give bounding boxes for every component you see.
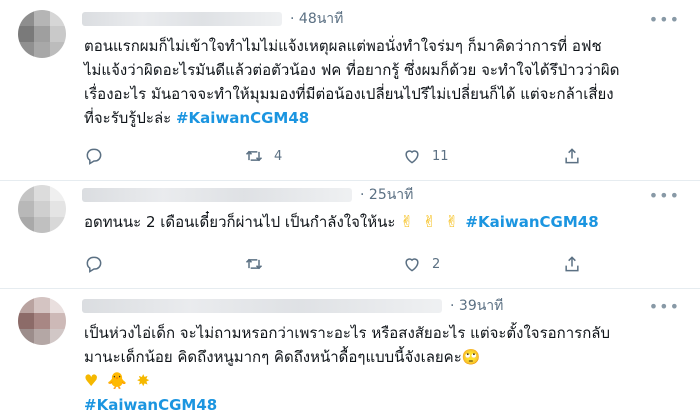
tweet-line: #KaiwanCGM48 [84, 393, 674, 417]
retweet-icon [245, 258, 263, 270]
reply-button[interactable] [84, 146, 104, 166]
retweet-button[interactable]: 4 [244, 146, 282, 166]
tweet[interactable]: 25นาที ••• อดทนนะ 2 เดือนเดี๋ยวก็ผ่านไป … [0, 181, 700, 289]
like-count: 11 [432, 148, 449, 164]
tweet-header: 48นาที [82, 8, 343, 30]
tweet-line-text: ที่จะรับรู้ปะล่ะ [84, 109, 172, 127]
like-count: 2 [432, 256, 441, 272]
tweet-line: อดทนนะ 2 เดือนเดี๋ยวก็ผ่านไป เป็นกำลังใจ… [84, 210, 674, 234]
tweet-line: มานะเด็กน้อย คิดถึงหนูมากๆ คิดถึงหน้าดื้… [84, 345, 674, 369]
retweet-icon [245, 150, 263, 162]
action-bar: 2 [84, 253, 604, 275]
timestamp[interactable]: 48นาที [290, 8, 343, 30]
reply-icon [86, 148, 102, 165]
heart-chick-star-emojis: ♥ 🐥 ✸ [84, 371, 152, 390]
tweet-header: 25นาที [82, 184, 413, 206]
share-button[interactable] [562, 254, 582, 274]
victory-hand-emojis: ✌ ✌ ✌ [400, 212, 461, 231]
tweet-line-text: มานะเด็กน้อย คิดถึงหนูมากๆ คิดถึงหน้าดื้… [84, 348, 462, 366]
like-button[interactable]: 11 [402, 146, 449, 166]
more-icon[interactable]: ••• [649, 10, 680, 29]
timestamp[interactable]: 25นาที [360, 184, 413, 206]
emoji-line: ♥ 🐥 ✸ [84, 369, 674, 393]
rolling-eyes-emoji: 🙄 [461, 348, 481, 366]
tweet-text: ตอนแรกผมก็ไม่เข้าใจทำไมไม่แจ้งเหตุผลแต่พ… [84, 34, 674, 130]
tweet-text: อดทนนะ 2 เดือนเดี๋ยวก็ผ่านไป เป็นกำลังใจ… [84, 210, 674, 234]
reply-button[interactable] [84, 254, 104, 274]
like-button[interactable]: 2 [402, 254, 440, 274]
retweet-count: 4 [274, 148, 283, 164]
avatar[interactable] [18, 297, 66, 345]
hashtag-link[interactable]: #KaiwanCGM48 [176, 109, 309, 127]
tweet[interactable]: 39นาที ••• เป็นห่วงไอ่เด็ก จะไม่ถามหรอกว… [0, 289, 700, 420]
tweet-line: ตอนแรกผมก็ไม่เข้าใจทำไมไม่แจ้งเหตุผลแต่พ… [84, 37, 602, 55]
author-name-redacted[interactable] [82, 188, 352, 202]
avatar[interactable] [18, 185, 66, 233]
tweet-text: เป็นห่วงไอ่เด็ก จะไม่ถามหรอกว่าเพราะอะไร… [84, 321, 674, 417]
reply-icon [86, 256, 102, 273]
retweet-button[interactable] [244, 254, 264, 274]
tweet-line: เป็นห่วงไอ่เด็ก จะไม่ถามหรอกว่าเพราะอะไร… [84, 324, 611, 342]
tweet-line: ไม่แจ้งว่าผิดอะไรมันดีแล้วต่อตัวน้อง ฟค … [84, 61, 620, 79]
avatar[interactable] [18, 10, 66, 58]
author-name-redacted[interactable] [82, 299, 442, 313]
tweet-header: 39นาที [82, 295, 503, 317]
timestamp[interactable]: 39นาที [450, 295, 503, 317]
more-icon[interactable]: ••• [649, 297, 680, 316]
hashtag-link[interactable]: #KaiwanCGM48 [84, 396, 217, 414]
share-icon [565, 148, 579, 164]
author-name-redacted[interactable] [82, 12, 282, 26]
hashtag-link[interactable]: #KaiwanCGM48 [465, 213, 598, 231]
share-button[interactable] [562, 146, 582, 166]
share-icon [565, 256, 579, 272]
tweet-line-text: อดทนนะ 2 เดือนเดี๋ยวก็ผ่านไป เป็นกำลังใจ… [84, 213, 396, 231]
tweet-line: เรื่องอะไร มันอาจจะทำให้มุมมองที่มีต่อน้… [84, 85, 614, 103]
like-icon [405, 150, 419, 164]
action-bar: 4 11 [84, 145, 604, 167]
like-icon [405, 258, 419, 272]
tweet-line: ที่จะรับรู้ปะล่ะ #KaiwanCGM48 [84, 106, 674, 130]
more-icon[interactable]: ••• [649, 186, 680, 205]
tweet[interactable]: 48นาที ••• ตอนแรกผมก็ไม่เข้าใจทำไมไม่แจ้… [0, 0, 700, 181]
